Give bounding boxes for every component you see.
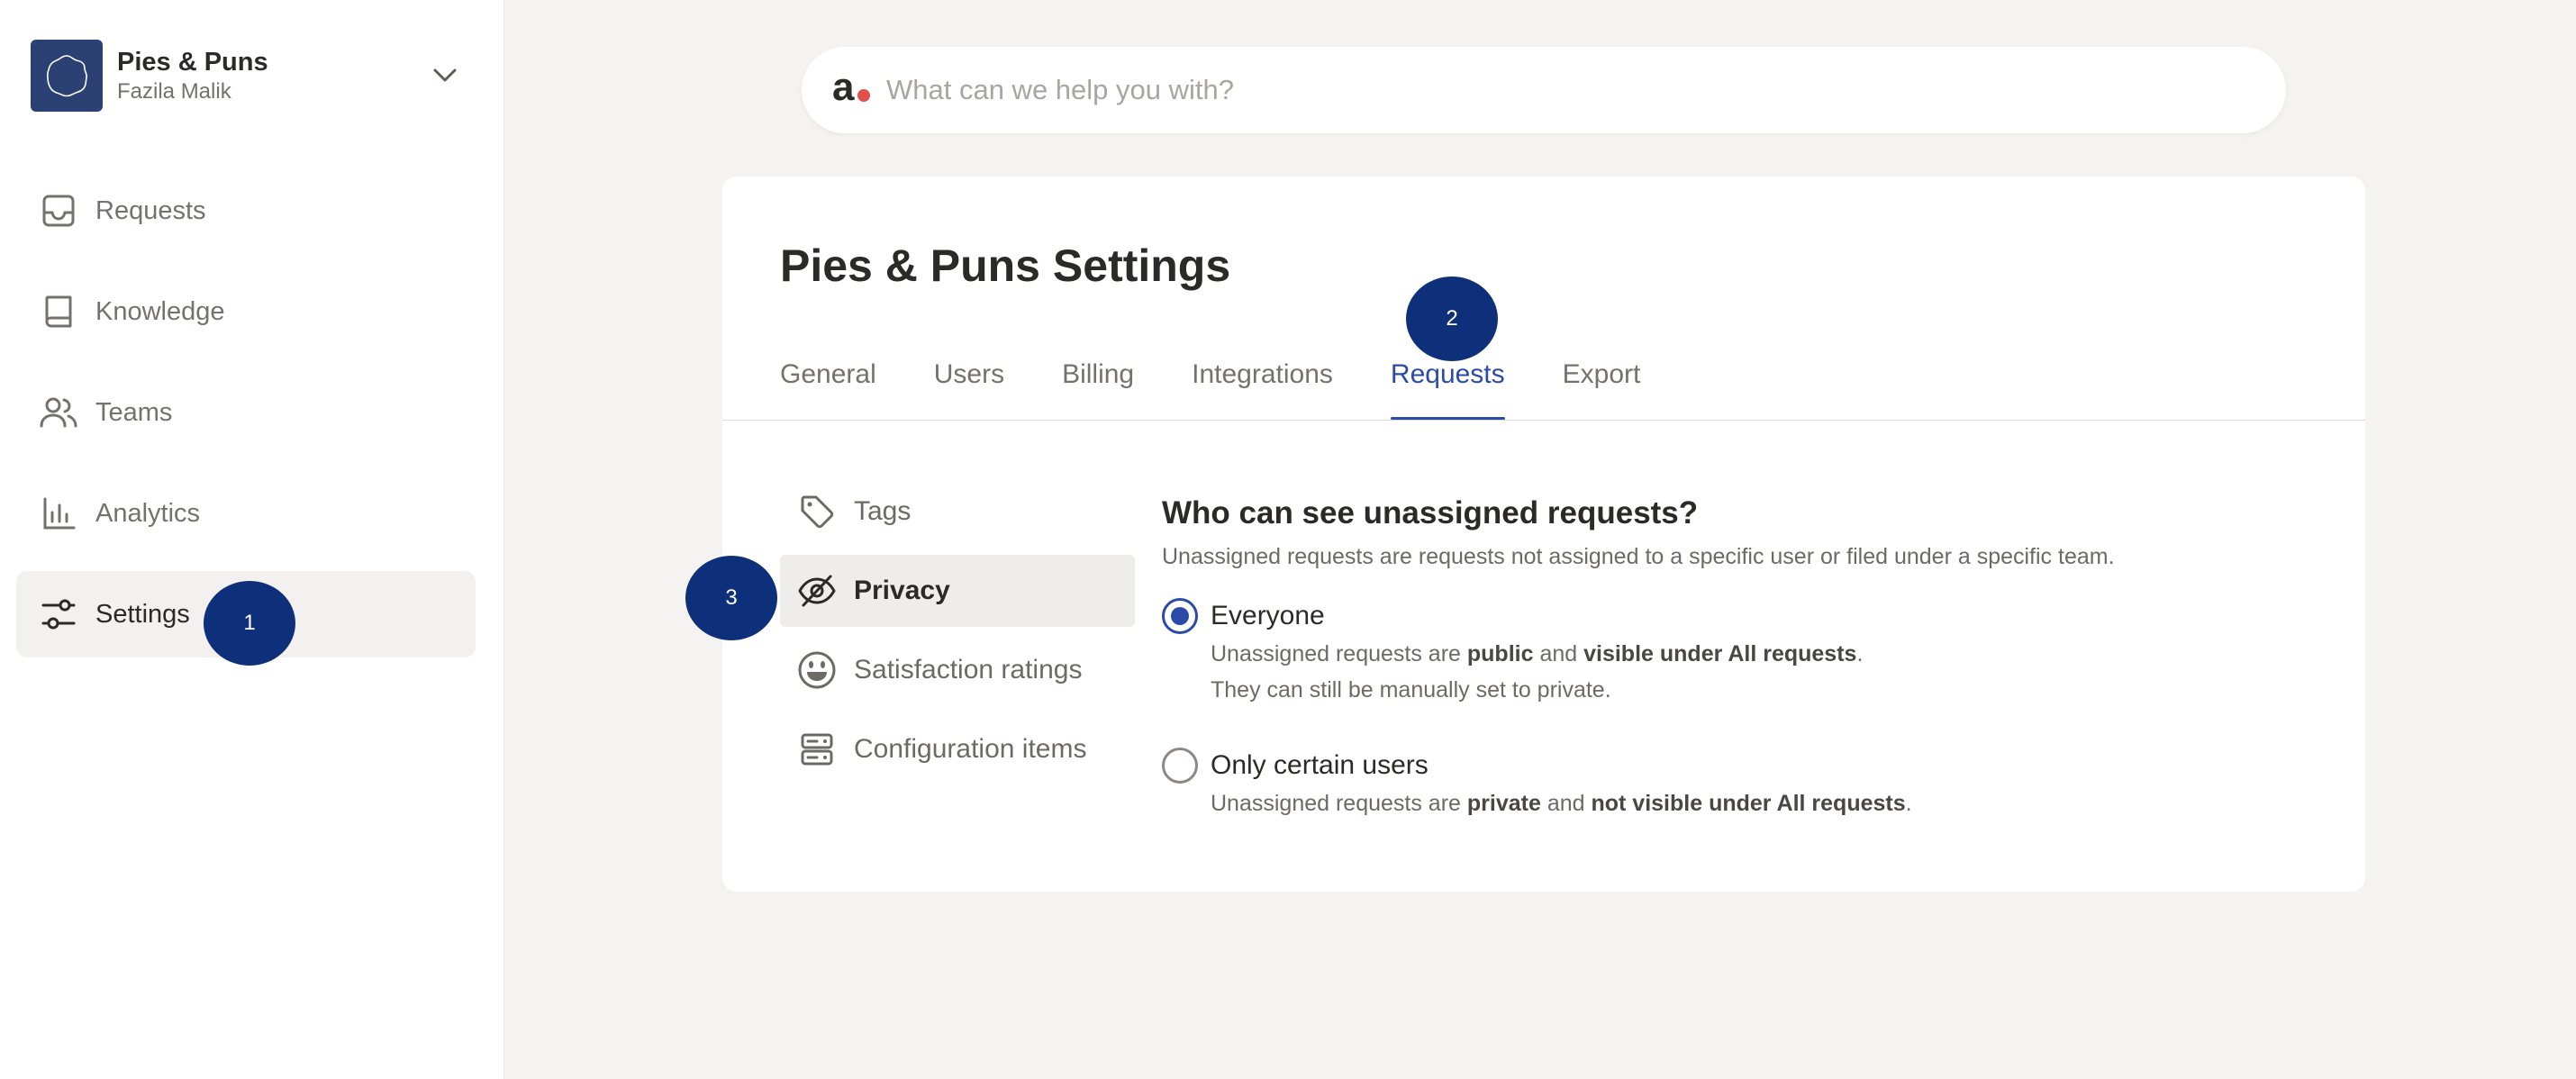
radio-everyone[interactable] [1162, 598, 1198, 634]
sidebar: Pies & Puns Fazila Malik Requests Knowle… [0, 0, 504, 1079]
search-bar[interactable]: a [802, 47, 2286, 133]
step-marker-3: 3 [685, 556, 777, 640]
bar-chart-icon [40, 494, 77, 532]
subnav-item-label: Configuration items [854, 734, 1087, 764]
privacy-description: Unassigned requests are requests not ass… [1162, 544, 2115, 569]
app-logo-icon: a [832, 68, 870, 113]
users-icon [40, 394, 77, 431]
tab-export[interactable]: Export [1563, 353, 1641, 420]
subnav-item-satisfaction-ratings[interactable]: Satisfaction ratings [780, 634, 1135, 706]
tag-icon [796, 491, 838, 532]
tabs-divider [722, 420, 2365, 421]
tab-integrations[interactable]: Integrations [1192, 353, 1333, 420]
tab-requests[interactable]: Requests [1390, 353, 1505, 420]
sidebar-item-label: Analytics [95, 498, 201, 528]
eye-off-icon [796, 570, 838, 612]
tab-general[interactable]: General [780, 353, 876, 420]
sidebar-item-requests[interactable]: Requests [16, 168, 476, 254]
sidebar-item-knowledge[interactable]: Knowledge [16, 268, 476, 355]
subnav-item-tags[interactable]: Tags [780, 476, 1135, 548]
option-everyone[interactable]: Everyone Unassigned requests are public … [1162, 596, 2333, 708]
subnav-item-configuration-items[interactable]: Configuration items [780, 713, 1135, 785]
option-description: Unassigned requests are private and not … [1211, 791, 1912, 816]
org-switcher[interactable]: Pies & Puns Fazila Malik [31, 40, 463, 112]
sliders-icon [40, 595, 77, 633]
privacy-question: Who can see unassigned requests? [1162, 495, 1699, 530]
book-icon [40, 293, 77, 331]
inbox-icon [40, 192, 77, 230]
settings-card: Pies & Puns Settings General Users Billi… [722, 177, 2365, 892]
sidebar-item-label: Requests [95, 195, 206, 225]
page-title: Pies & Puns Settings [780, 240, 1231, 291]
settings-subnav: Tags Privacy Satisfaction ratings Config… [780, 476, 1135, 793]
sidebar-item-label: Teams [95, 397, 173, 427]
subnav-item-label: Tags [854, 496, 912, 526]
server-icon [796, 729, 838, 770]
sidebar-item-label: Settings [95, 599, 190, 629]
option-only-certain-users[interactable]: Only certain users Unassigned requests a… [1162, 746, 2333, 821]
option-description-note: They can still be manually set to privat… [1211, 677, 1611, 703]
option-description: Unassigned requests are public and visib… [1211, 641, 1864, 666]
sidebar-item-label: Knowledge [95, 296, 225, 326]
org-user-name: Fazila Malik [117, 79, 231, 104]
step-marker-1: 1 [204, 581, 295, 666]
subnav-item-label: Satisfaction ratings [854, 655, 1083, 685]
privacy-settings: Who can see unassigned requests? Unassig… [1162, 494, 2333, 821]
step-marker-2: 2 [1406, 277, 1498, 361]
sidebar-item-teams[interactable]: Teams [16, 369, 476, 456]
settings-tabs: General Users Billing Integrations Reque… [780, 353, 1698, 420]
subnav-item-label: Privacy [854, 576, 950, 605]
option-label: Only certain users [1211, 750, 1429, 780]
radio-only-certain-users[interactable] [1162, 748, 1198, 784]
sidebar-item-analytics[interactable]: Analytics [16, 470, 476, 557]
tab-billing[interactable]: Billing [1062, 353, 1134, 420]
tab-users[interactable]: Users [934, 353, 1004, 420]
subnav-item-privacy[interactable]: Privacy [780, 555, 1135, 627]
smiley-icon [796, 649, 838, 691]
option-label: Everyone [1211, 601, 1325, 630]
org-logo-icon [31, 40, 103, 112]
org-name: Pies & Puns [117, 48, 268, 77]
search-input[interactable] [886, 74, 2147, 106]
chevron-down-icon[interactable] [427, 58, 463, 94]
